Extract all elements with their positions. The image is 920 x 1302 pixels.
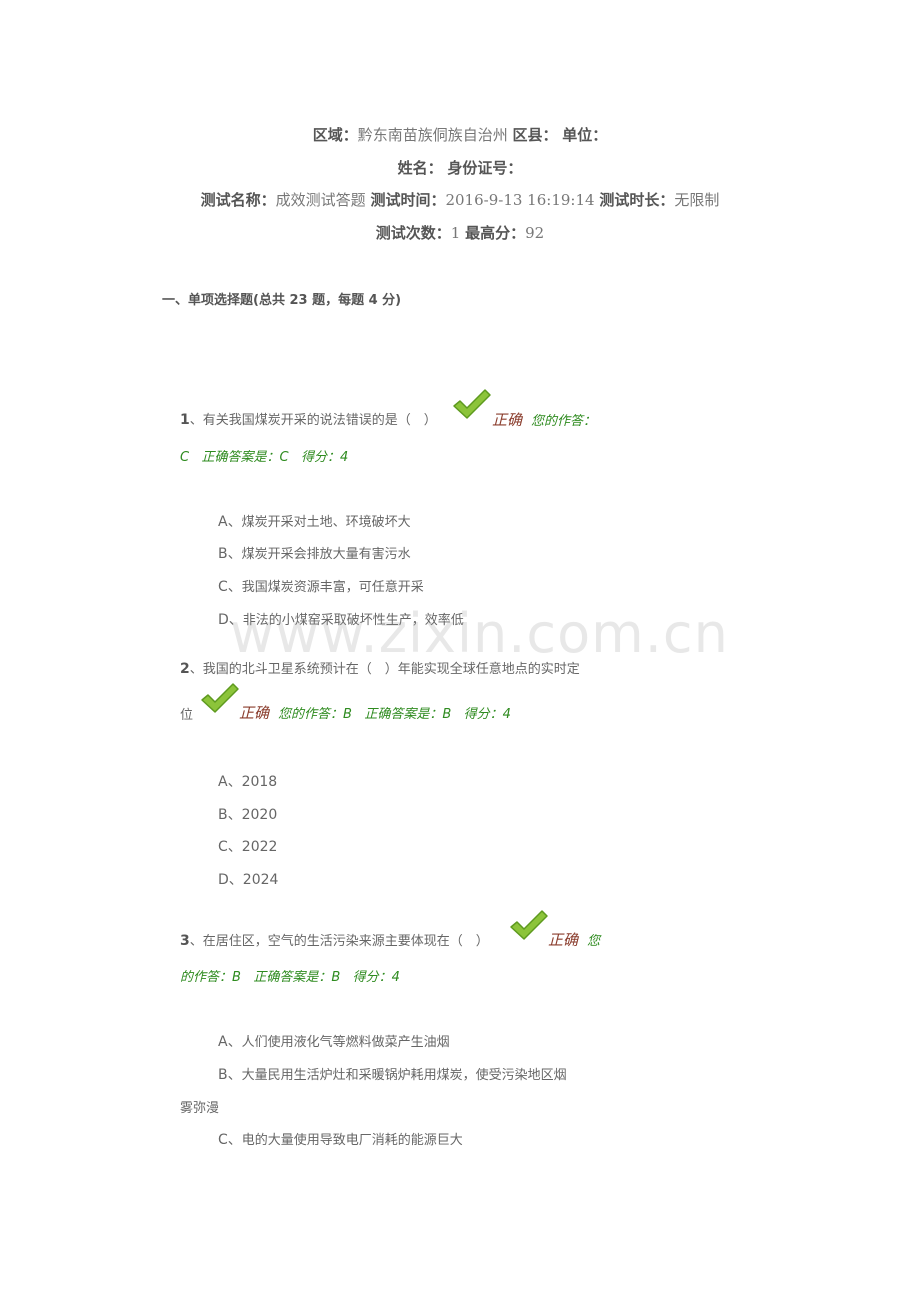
option-a: A、人们使用液化气等燃料做菜产生油烟 (218, 1034, 450, 1050)
correct-answer-label: 正确答案是：C (201, 450, 289, 465)
question-2-text: 2、我国的北斗卫星系统预计在（ ）年能实现全球任意地点的实时定 (180, 658, 580, 677)
question-1-text: 1、有关我国煤炭开采的说法错误的是（ ） (180, 409, 437, 428)
option-letter: D (218, 872, 229, 888)
duration-label: 测试时长： (599, 191, 675, 209)
score-label: 得分：4 (352, 970, 400, 985)
region-value: 黔东南苗族侗族自治州 (357, 126, 508, 144)
option-d: D、2024 (218, 872, 279, 888)
question-2-text-cont: 位 (180, 708, 194, 723)
test-name-label: 测试名称： (200, 191, 276, 209)
correct-answer-label: 正确答案是：B (253, 970, 341, 985)
id-label: 身份证号： (447, 159, 523, 177)
question-number: 2 (180, 661, 190, 677)
duration-value: 无限制 (674, 191, 720, 209)
option-text: 我国煤炭资源丰富，可任意开采 (241, 580, 424, 595)
option-letter: C (218, 839, 228, 855)
option-c: C、2022 (218, 839, 278, 855)
option-text: 人们使用液化气等燃料做菜产生油烟 (241, 1035, 450, 1050)
option-text: 2022 (241, 839, 278, 855)
best-score-label: 最高分： (465, 224, 526, 242)
option-text: 2018 (241, 774, 278, 790)
header-test-line: 测试名称：成效测试答题 测试时间：2016-9-13 16:19:14 测试时长… (0, 189, 920, 210)
answer-summary-line: 的作答：B 正确答案是：B 得分：4 (180, 966, 400, 985)
option-text: 煤炭开采对土地、环境破坏大 (241, 515, 411, 530)
answer-summary-line: C 正确答案是：C 得分：4 (180, 446, 348, 465)
correct-check-icon (453, 389, 491, 419)
option-b: B、大量民用生活炉灶和采暖锅炉耗用煤炭，使受污染地区烟 (218, 1067, 567, 1083)
option-letter: A (218, 514, 228, 530)
question-number: 3 (180, 933, 190, 949)
correct-check-icon (201, 683, 239, 713)
header-score-line: 测试次数：1 最高分：92 (0, 222, 920, 243)
correct-check-icon (510, 910, 548, 940)
section-title: 一、单项选择题(总共 23 题，每题 4 分) (162, 293, 402, 308)
attempts-value: 1 (450, 224, 461, 242)
option-letter: C (218, 1132, 228, 1148)
question-stem: 、我国的北斗卫星系统预计在（ ）年能实现全球任意地点的实时定 (189, 662, 580, 677)
question-3-text: 3、在居住区，空气的生活污染来源主要体现在（ ） (180, 930, 489, 949)
test-time-label: 测试时间： (370, 191, 446, 209)
region-label: 区域： (312, 126, 358, 144)
option-c: C、我国煤炭资源丰富，可任意开采 (218, 579, 424, 595)
your-answer-value: C (180, 450, 190, 465)
correct-answer-label: 正确答案是：B (364, 707, 452, 722)
option-b-cont: 雾弥漫 (180, 1097, 219, 1116)
answer-summary-line: 您的作答：B 正确答案是：B 得分：4 (278, 703, 511, 722)
option-a: A、2018 (218, 774, 278, 790)
option-text: 2020 (241, 807, 278, 823)
option-letter: C (218, 579, 228, 595)
score-label: 得分：4 (463, 707, 511, 722)
header-region-line: 区域：黔东南苗族侗族自治州 区县： 单位： (0, 124, 920, 145)
your-answer-label: 您的作答：B (278, 707, 352, 722)
test-name-value: 成效测试答题 (275, 191, 366, 209)
option-a: A、煤炭开采对土地、环境破坏大 (218, 514, 411, 530)
question-stem: 、在居住区，空气的生活污染来源主要体现在（ ） (189, 934, 489, 949)
option-letter: D (218, 612, 229, 628)
header-name-line: 姓名： 身份证号： (0, 157, 920, 178)
best-score-value: 92 (525, 224, 545, 242)
option-letter: B (218, 1067, 228, 1083)
option-letter: A (218, 1034, 228, 1050)
option-text-cont: 雾弥漫 (180, 1101, 220, 1116)
option-b: B、煤炭开采会排放大量有害污水 (218, 546, 411, 562)
county-label: 区县： (512, 126, 558, 144)
option-text: 2024 (242, 872, 279, 888)
your-answer-label-start: 您 (587, 934, 601, 949)
score-label: 得分：4 (300, 450, 349, 465)
question-number: 1 (180, 412, 190, 428)
option-letter: B (218, 546, 228, 562)
test-time-value: 2016-9-13 16:19:14 (445, 191, 595, 209)
result-correct-label: 正确 (492, 411, 523, 429)
unit-label: 单位： (562, 126, 608, 144)
name-label: 姓名： (397, 159, 443, 177)
result-correct-label: 正确 (548, 931, 579, 949)
watermark: www.zixin.com.cn (230, 602, 729, 665)
question-stem: 、有关我国煤炭开采的说法错误的是（ ） (189, 413, 437, 428)
result-correct-label: 正确 (239, 704, 270, 722)
your-answer-label: 您的作答： (531, 414, 597, 429)
attempts-label: 测试次数： (375, 224, 451, 242)
option-c: C、电的大量使用导致电厂消耗的能源巨大 (218, 1132, 463, 1148)
option-letter: B (218, 807, 228, 823)
option-text: 大量民用生活炉灶和采暖锅炉耗用煤炭，使受污染地区烟 (241, 1068, 567, 1083)
option-text: 电的大量使用导致电厂消耗的能源巨大 (241, 1133, 463, 1148)
your-answer-label: 的作答：B (180, 970, 241, 985)
option-b: B、2020 (218, 807, 278, 823)
option-text: 煤炭开采会排放大量有害污水 (241, 547, 411, 562)
option-letter: A (218, 774, 228, 790)
